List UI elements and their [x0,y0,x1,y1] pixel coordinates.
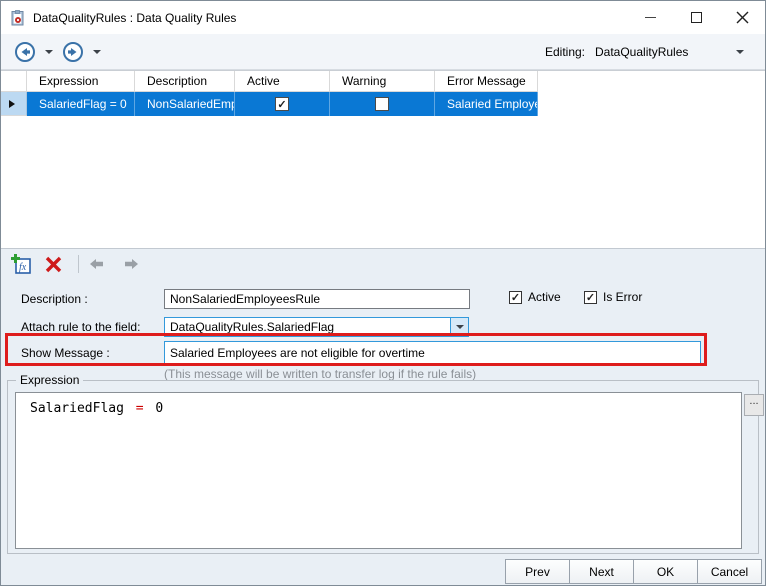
gray-back-arrow-icon [89,258,104,270]
attach-field-value: DataQualityRules.SalariedFlag [165,318,450,336]
cell-error-message: Salaried Employe... [435,92,538,116]
cancel-button[interactable]: Cancel [697,559,762,584]
expression-right: 0 [155,401,163,416]
previous-rule-button[interactable] [89,258,104,270]
delete-rule-button[interactable] [45,256,62,273]
column-header-warning[interactable]: Warning [330,71,435,92]
navigation-toolbar: Editing: DataQualityRules [1,34,765,70]
add-rule-fx-icon: fx [11,254,33,275]
is-error-label: Is Error [603,290,642,304]
nav-group [13,40,104,64]
cell-active [235,92,330,116]
forward-dropdown-caret[interactable] [93,50,101,54]
editing-combobox[interactable]: DataQualityRules [591,41,751,63]
dropdown-caret-icon [456,325,464,329]
description-input[interactable] [164,289,470,309]
back-dropdown-caret[interactable] [45,50,53,54]
footer-buttons: Prev Next OK Cancel [506,559,762,584]
add-rule-button[interactable]: fx [11,254,33,275]
next-button[interactable]: Next [569,559,634,584]
show-message-input[interactable] [164,341,701,364]
prev-button[interactable]: Prev [505,559,570,584]
close-button[interactable] [719,1,765,34]
editing-label: Editing: [545,45,585,59]
column-header-error-message[interactable]: Error Message [435,71,538,92]
show-message-hint: (This message will be written to transfe… [164,367,476,381]
minimize-icon [645,17,656,18]
data-quality-rules-window: DataQualityRules : Data Quality Rules [0,0,766,586]
active-detail-label: Active [528,290,561,304]
expression-builder-button[interactable]: ... [744,394,764,416]
attach-field-label: Attach rule to the field: [21,320,140,334]
expression-groupbox: Expression SalariedFlag = 0 ... [7,380,759,554]
show-message-label: Show Message : [21,346,110,360]
column-header-expression[interactable]: Expression [27,71,135,92]
back-icon [14,41,36,63]
minimize-button[interactable] [627,1,673,34]
attach-field-combobox[interactable]: DataQualityRules.SalariedFlag [164,317,469,337]
cell-expression: SalariedFlag = 0 [27,92,135,116]
table-row[interactable]: SalariedFlag = 0 NonSalariedEmpl... Sala… [1,92,765,116]
row-selector-cell[interactable] [1,92,27,116]
title-bar: DataQualityRules : Data Quality Rules [1,1,765,34]
maximize-icon [691,12,702,23]
warning-checkbox[interactable] [375,97,389,111]
rule-detail-panel: fx [1,248,765,586]
editing-value: DataQualityRules [595,45,688,59]
toolbar-separator [78,255,79,273]
active-detail-checkbox[interactable]: Active [509,290,561,304]
editing-caret-icon [736,50,744,54]
editing-selector: Editing: DataQualityRules [545,41,751,63]
back-button[interactable] [13,40,37,64]
row-selector-header [1,71,27,92]
is-error-checkbox[interactable]: Is Error [584,290,642,304]
attach-field-dropdown-button[interactable] [450,318,468,336]
cell-description: NonSalariedEmpl... [135,92,235,116]
column-header-active[interactable]: Active [235,71,330,92]
detail-toolbar: fx [1,249,765,279]
app-icon [10,10,26,26]
active-checkbox[interactable] [275,97,289,111]
gray-forward-arrow-icon [124,258,139,270]
window-controls [627,1,765,34]
ok-button[interactable]: OK [633,559,698,584]
close-icon [736,11,749,24]
description-label: Description : [21,292,88,306]
next-rule-button[interactable] [124,258,139,270]
delete-x-icon [45,256,62,273]
current-row-marker-icon [9,100,15,108]
forward-icon [62,41,84,63]
svg-text:fx: fx [19,262,27,273]
checkbox-icon [509,291,522,304]
maximize-button[interactable] [673,1,719,34]
expression-left: SalariedFlag [30,401,124,416]
expression-editor[interactable]: SalariedFlag = 0 [15,392,742,549]
forward-button[interactable] [61,40,85,64]
expression-group-label: Expression [16,373,83,387]
column-header-description[interactable]: Description [135,71,235,92]
checkbox-icon [584,291,597,304]
cell-warning [330,92,435,116]
grid-header: Expression Description Active Warning Er… [1,71,765,92]
window-title: DataQualityRules : Data Quality Rules [33,11,236,25]
expression-operator: = [136,401,144,416]
rules-grid: Expression Description Active Warning Er… [1,70,765,248]
